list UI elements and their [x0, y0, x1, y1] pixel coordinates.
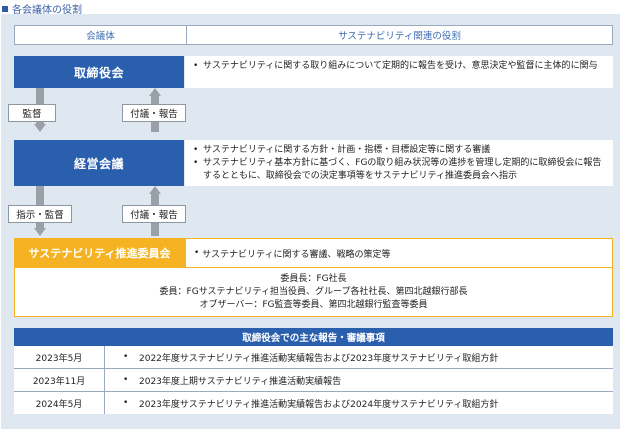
board-desc-line: サステナビリティに関する取り組みについて定期的に報告を受け、意思決定や監督に主体…: [203, 61, 598, 71]
board-box: 取締役会: [14, 56, 184, 88]
report-bullet: •: [123, 352, 129, 362]
management-box: 経営会議: [14, 140, 184, 186]
down-arrow-icon-2: [34, 228, 46, 236]
table-row: 2024年5月 • 2023年度サステナビリティ推進活動実績報告および2024年度…: [14, 392, 613, 414]
up-arrow-icon-2: [149, 186, 161, 194]
report-date: 2023年11月: [14, 369, 105, 391]
report-item: 2023年度上期サステナビリティ推進活動実績報告: [139, 376, 342, 387]
board-desc: • サステナビリティに関する取り組みについて定期的に報告を受け、意思決定や監督に主…: [185, 56, 613, 88]
report-date: 2024年5月: [14, 392, 105, 414]
members-line: 委員：FGサステナビリティ担当役員、グループ各社社長、第四北越銀行部長: [159, 286, 468, 297]
square-bullet-icon: [2, 5, 8, 12]
direct-supervise-label: 指示・監督: [8, 205, 72, 223]
report-item: 2022年度サステナビリティ推進活動実績報告および2023年度サステナビリティ取…: [139, 353, 499, 364]
reports-table: 2023年5月 • 2022年度サステナビリティ推進活動実績報告および2023年度…: [14, 346, 613, 414]
report-label-1: 付議・報告: [122, 104, 186, 122]
observers-line: オブザーバー：FG監査等委員、第四北越銀行監査等委員: [199, 299, 428, 310]
report-date: 2023年5月: [14, 346, 105, 368]
report-bullet: •: [123, 398, 129, 408]
header-role: サステナビリティ関連の役割: [186, 25, 613, 45]
up-arrow-icon: [149, 88, 161, 96]
report-item: 2023年度サステナビリティ推進活動実績報告および2024年度サステナビリティ取…: [139, 399, 499, 410]
committee-box: サステナビリティ推進委員会: [14, 238, 185, 268]
down-arrow-icon: [34, 124, 46, 132]
supervise-label: 監督: [8, 104, 56, 122]
committee-desc-text: サステナビリティに関する審議、戦略の策定等: [202, 249, 391, 260]
management-desc-line-1: サステナビリティに関する方針・計画・指標・目標設定等に関する審議: [203, 145, 491, 155]
committee-members: 委員長：FG社長 委員：FGサステナビリティ担当役員、グループ各社社長、第四北越…: [14, 267, 613, 317]
table-row: 2023年11月 • 2023年度上期サステナビリティ推進活動実績報告: [14, 369, 613, 392]
management-desc: • サステナビリティに関する方針・計画・指標・目標設定等に関する審議 • サステナビ…: [185, 140, 613, 186]
report-bullet: •: [123, 375, 129, 385]
chair-line: 委員長：FG社長: [280, 273, 347, 284]
table-row: 2023年5月 • 2022年度サステナビリティ推進活動実績報告および2023年度…: [14, 346, 613, 369]
reports-title: 取締役会での主な報告・審議事項: [14, 328, 613, 346]
report-label-2: 付議・報告: [122, 205, 186, 223]
header-body: 会議体: [14, 25, 187, 45]
committee-desc: • サステナビリティに関する審議、戦略の策定等: [185, 238, 613, 268]
management-desc-line-2: サステナビリティ基本方針に基づく、FGの取り組み状況等の進捗を管理し定期的に取締…: [203, 158, 602, 181]
